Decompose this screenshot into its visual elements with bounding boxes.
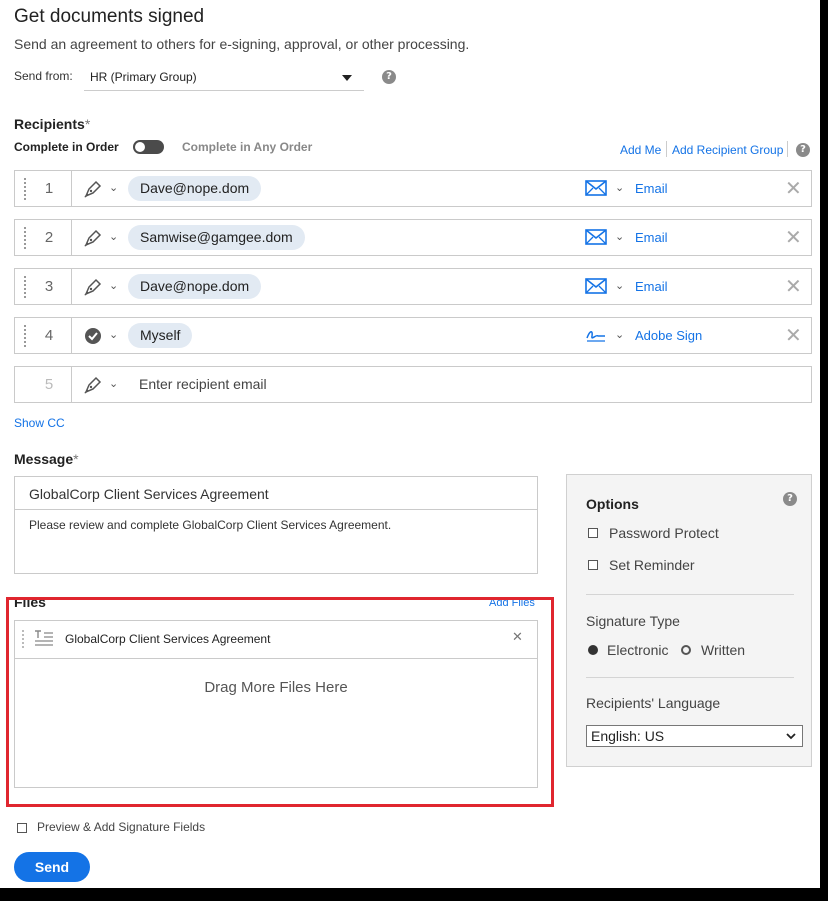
set-reminder-label: Set Reminder bbox=[609, 557, 695, 573]
recipient-email[interactable]: Samwise@gamgee.dom bbox=[128, 225, 305, 250]
separator bbox=[787, 141, 788, 157]
close-icon[interactable]: ✕ bbox=[785, 318, 802, 353]
recipient-row[interactable]: 3 ⌄ Dave@nope.dom ⌄ Email ✕ bbox=[14, 268, 812, 305]
page-title: Get documents signed bbox=[14, 6, 205, 27]
recipient-number: 5 bbox=[44, 376, 54, 393]
recipient-number: 3 bbox=[44, 278, 54, 295]
language-select[interactable]: English: US bbox=[586, 725, 803, 747]
drag-handle[interactable] bbox=[24, 227, 28, 249]
chevron-down-icon bbox=[786, 733, 796, 740]
close-icon[interactable]: ✕ bbox=[785, 220, 802, 255]
close-icon[interactable]: ✕ bbox=[785, 171, 802, 206]
complete-in-order-label: Complete in Order bbox=[14, 140, 119, 154]
signer-pen-icon[interactable] bbox=[83, 277, 103, 297]
signer-pen-icon[interactable] bbox=[83, 228, 103, 248]
delivery-method[interactable]: Email bbox=[635, 171, 668, 206]
chevron-down-icon[interactable]: ⌄ bbox=[109, 181, 118, 194]
recipient-email-input[interactable]: Enter recipient email bbox=[139, 367, 267, 402]
preview-label: Preview & Add Signature Fields bbox=[37, 820, 206, 834]
divider bbox=[71, 318, 72, 353]
email-icon bbox=[585, 278, 607, 294]
electronic-radio[interactable] bbox=[588, 645, 598, 655]
page: Get documents signed Send an agreement t… bbox=[0, 0, 820, 888]
send-from-label: Send from: bbox=[14, 69, 73, 83]
highlight-box bbox=[6, 597, 554, 807]
written-label: Written bbox=[701, 642, 746, 658]
electronic-label: Electronic bbox=[607, 642, 669, 658]
preview-checkbox[interactable] bbox=[17, 823, 27, 833]
page-subtitle: Send an agreement to others for e-signin… bbox=[14, 36, 470, 52]
recipient-row[interactable]: 2 ⌄ Samwise@gamgee.dom ⌄ Email ✕ bbox=[14, 219, 812, 256]
email-icon bbox=[585, 180, 607, 196]
toggle-knob bbox=[135, 142, 145, 152]
signature-type-label: Signature Type bbox=[586, 613, 680, 629]
send-from-value: HR (Primary Group) bbox=[90, 70, 197, 84]
chevron-down-icon[interactable]: ⌄ bbox=[109, 328, 118, 341]
close-icon[interactable]: ✕ bbox=[785, 269, 802, 304]
password-protect-checkbox[interactable] bbox=[588, 528, 598, 538]
recipient-email[interactable]: Dave@nope.dom bbox=[128, 274, 262, 299]
drag-handle[interactable] bbox=[24, 276, 28, 298]
recipient-number: 2 bbox=[44, 229, 54, 246]
divider bbox=[71, 367, 72, 402]
show-cc-link[interactable]: Show CC bbox=[14, 416, 65, 430]
send-button[interactable]: Send bbox=[14, 852, 90, 882]
complete-in-any-order-label[interactable]: Complete in Any Order bbox=[182, 140, 312, 154]
message-subject: GlobalCorp Client Services Agreement bbox=[29, 486, 269, 502]
chevron-down-icon[interactable]: ⌄ bbox=[615, 230, 624, 243]
divider bbox=[71, 171, 72, 206]
recipient-row[interactable]: 4 ⌄ Myself ⌄ Adobe Sign ✕ bbox=[14, 317, 812, 354]
recipients-language-label: Recipients' Language bbox=[586, 695, 721, 711]
chevron-down-icon[interactable]: ⌄ bbox=[109, 230, 118, 243]
recipient-email[interactable]: Dave@nope.dom bbox=[128, 176, 262, 201]
written-radio[interactable] bbox=[681, 645, 691, 655]
recipients-label: Recipients* bbox=[14, 116, 91, 132]
signer-pen-icon[interactable] bbox=[83, 375, 103, 395]
check-circle-icon[interactable] bbox=[83, 326, 103, 346]
options-panel: Options ? Password Protect Set Reminder … bbox=[566, 474, 812, 767]
delivery-method[interactable]: Email bbox=[635, 269, 668, 304]
message-label: Message* bbox=[14, 451, 79, 467]
set-reminder-checkbox[interactable] bbox=[588, 560, 598, 570]
recipient-number: 4 bbox=[44, 327, 54, 344]
adobe-sign-icon bbox=[586, 331, 605, 342]
help-icon[interactable]: ? bbox=[382, 70, 396, 84]
help-icon[interactable]: ? bbox=[783, 492, 797, 506]
message-subject-field[interactable]: GlobalCorp Client Services Agreement bbox=[14, 476, 538, 510]
chevron-down-icon[interactable]: ⌄ bbox=[615, 279, 624, 292]
password-protect-label: Password Protect bbox=[609, 525, 719, 541]
divider bbox=[586, 594, 794, 595]
divider bbox=[71, 269, 72, 304]
chevron-down-icon bbox=[342, 75, 352, 81]
email-icon bbox=[585, 229, 607, 245]
message-body-field[interactable]: Please review and complete GlobalCorp Cl… bbox=[14, 509, 538, 574]
help-icon[interactable]: ? bbox=[796, 143, 810, 157]
delivery-method[interactable]: Email bbox=[635, 220, 668, 255]
chevron-down-icon[interactable]: ⌄ bbox=[615, 328, 624, 341]
drag-handle[interactable] bbox=[24, 325, 28, 347]
language-value: English: US bbox=[591, 728, 665, 744]
separator bbox=[666, 141, 667, 157]
send-from-select[interactable]: HR (Primary Group) bbox=[84, 64, 364, 91]
recipient-row-new[interactable]: 5 ⌄ Enter recipient email bbox=[14, 366, 812, 403]
chevron-down-icon[interactable]: ⌄ bbox=[109, 279, 118, 292]
recipient-email[interactable]: Myself bbox=[128, 323, 193, 348]
message-body: Please review and complete GlobalCorp Cl… bbox=[29, 518, 392, 532]
recipient-number: 1 bbox=[44, 180, 54, 197]
chevron-down-icon[interactable]: ⌄ bbox=[615, 181, 624, 194]
order-toggle[interactable] bbox=[133, 140, 164, 154]
chevron-down-icon[interactable]: ⌄ bbox=[109, 377, 118, 390]
add-recipient-group-link[interactable]: Add Recipient Group bbox=[672, 143, 783, 157]
add-me-link[interactable]: Add Me bbox=[620, 143, 661, 157]
drag-handle[interactable] bbox=[24, 178, 28, 200]
signer-pen-icon[interactable] bbox=[83, 179, 103, 199]
options-title: Options bbox=[586, 496, 639, 512]
recipient-row[interactable]: 1 ⌄ Dave@nope.dom ⌄ Email ✕ bbox=[14, 170, 812, 207]
divider bbox=[71, 220, 72, 255]
delivery-method[interactable]: Adobe Sign bbox=[635, 318, 702, 353]
divider bbox=[586, 677, 794, 678]
